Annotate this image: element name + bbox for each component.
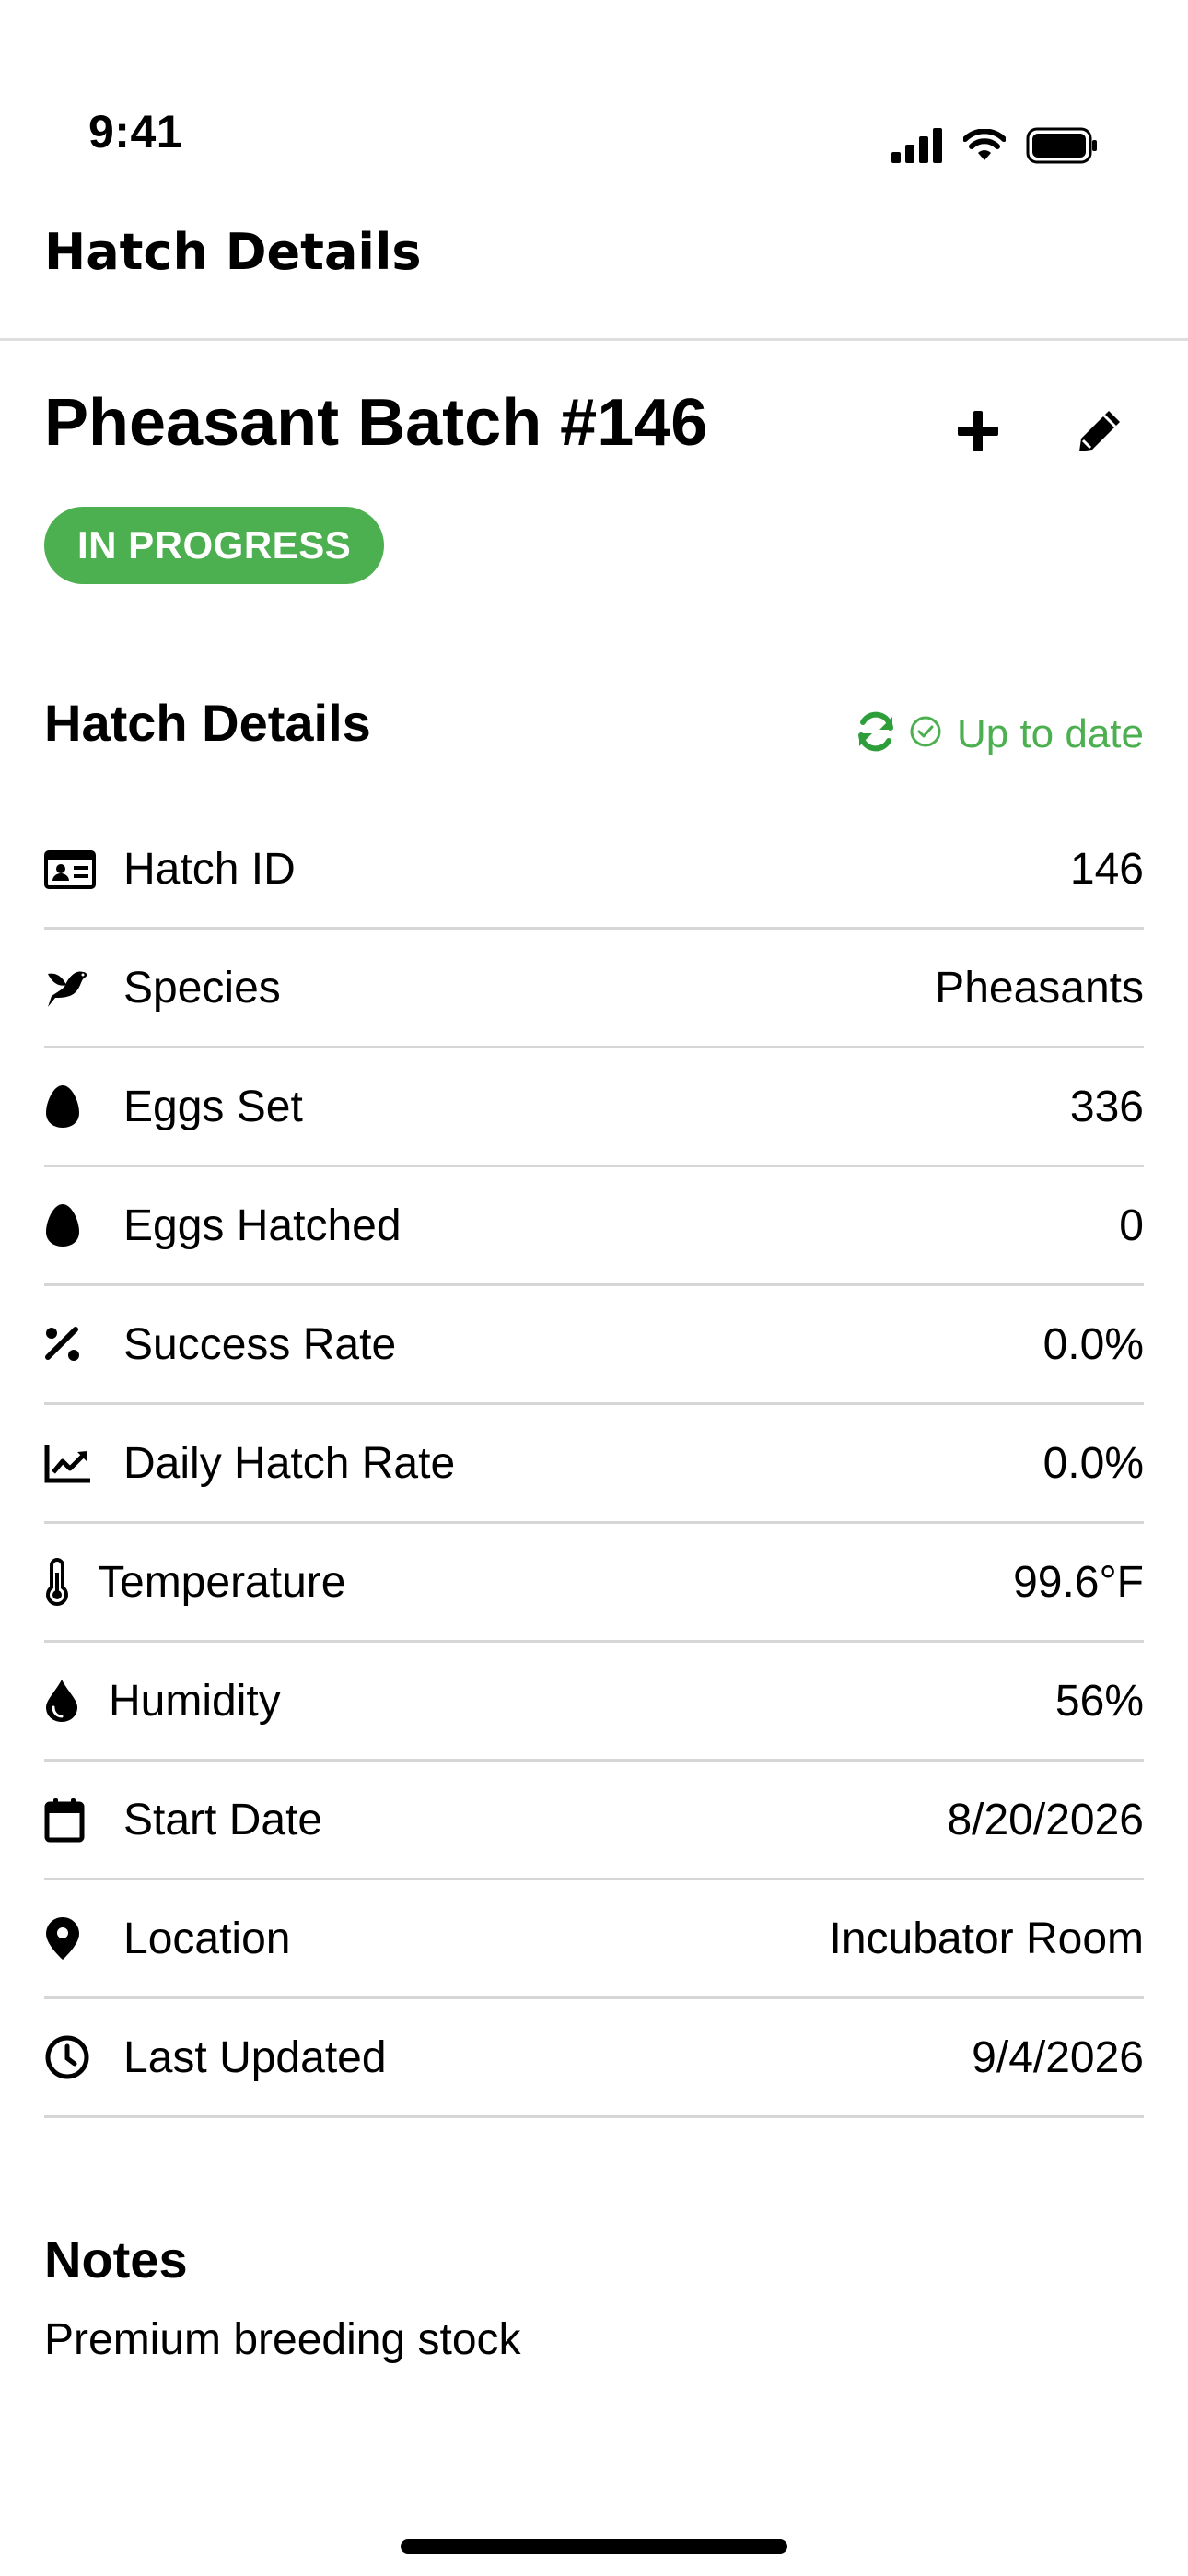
detail-value: 9/4/2026 [972,2032,1144,2082]
pencil-icon [1076,407,1124,460]
status-time: 9:41 [88,106,183,158]
detail-value: 336 [1069,1082,1144,1131]
detail-label: Hatch ID [123,844,296,894]
egg-icon [44,1081,96,1132]
cellular-signal-icon [891,128,943,168]
battery-icon [1026,127,1098,169]
plus-icon [956,409,1000,458]
status-badge: IN PROGRESS [44,507,385,584]
egg-icon [44,1200,96,1251]
edit-button[interactable] [1054,387,1146,479]
detail-row-success-rate: Success Rate 0.0% [44,1286,1144,1405]
check-circle-icon [909,715,942,753]
detail-value: 0.0% [1042,1319,1144,1369]
detail-row-hatch-id: Hatch ID 146 [44,811,1144,930]
detail-label: Daily Hatch Rate [123,1438,456,1488]
detail-label: Eggs Hatched [123,1200,402,1250]
sync-status[interactable]: Up to date [854,709,1144,758]
percent-icon [44,1318,96,1370]
detail-value: 0.0% [1042,1438,1144,1488]
droplet-icon [44,1675,81,1727]
detail-row-last-updated: Last Updated 9/4/2026 [44,1999,1144,2118]
notes-title: Notes [44,2231,188,2289]
thermometer-icon [44,1556,70,1608]
chart-line-icon [44,1437,96,1489]
batch-title: Pheasant Batch #146 [44,386,708,460]
detail-row-species: Species Pheasants [44,930,1144,1048]
map-pin-icon [44,1913,96,1964]
sync-status-text: Up to date [956,710,1144,756]
section-title: Hatch Details [44,694,371,752]
detail-row-location: Location Incubator Room [44,1880,1144,1999]
notes-text: Premium breeding stock [44,2315,521,2364]
detail-label: Success Rate [123,1319,397,1369]
detail-label: Location [123,1914,291,1963]
status-icons [891,127,1098,169]
detail-row-daily-hatch-rate: Daily Hatch Rate 0.0% [44,1405,1144,1524]
details-list: Hatch ID 146 Species Pheasants Eggs Set … [44,811,1144,2118]
detail-row-temperature: Temperature 99.6°F [44,1524,1144,1643]
detail-value: 56% [1054,1676,1144,1726]
bird-icon [44,962,96,1013]
clock-icon [44,2032,96,2083]
id-card-icon [44,843,96,895]
detail-value: 0 [1119,1200,1144,1250]
detail-value: Incubator Room [829,1914,1144,1963]
home-indicator[interactable] [401,2539,787,2554]
detail-label: Species [123,963,281,1013]
add-button[interactable] [932,387,1024,479]
calendar-icon [44,1794,96,1845]
detail-value: 8/20/2026 [947,1795,1144,1844]
detail-label: Eggs Set [123,1082,303,1131]
detail-value: 146 [1069,844,1144,894]
detail-value: Pheasants [935,963,1144,1013]
detail-row-humidity: Humidity 56% [44,1643,1144,1762]
detail-row-eggs-hatched: Eggs Hatched 0 [44,1167,1144,1286]
page-title: Hatch Details [44,223,422,281]
detail-label: Last Updated [123,2032,387,2082]
detail-value: 99.6°F [1013,1557,1144,1607]
sync-icon[interactable] [854,709,898,758]
detail-row-start-date: Start Date 8/20/2026 [44,1762,1144,1880]
detail-label: Humidity [109,1676,281,1726]
detail-row-eggs-set: Eggs Set 336 [44,1048,1144,1167]
status-bar: 9:41 [0,0,1188,175]
detail-label: Start Date [123,1795,323,1844]
wifi-icon [962,128,1007,167]
detail-label: Temperature [98,1557,346,1607]
nav-header: Hatch Details [0,175,1188,341]
